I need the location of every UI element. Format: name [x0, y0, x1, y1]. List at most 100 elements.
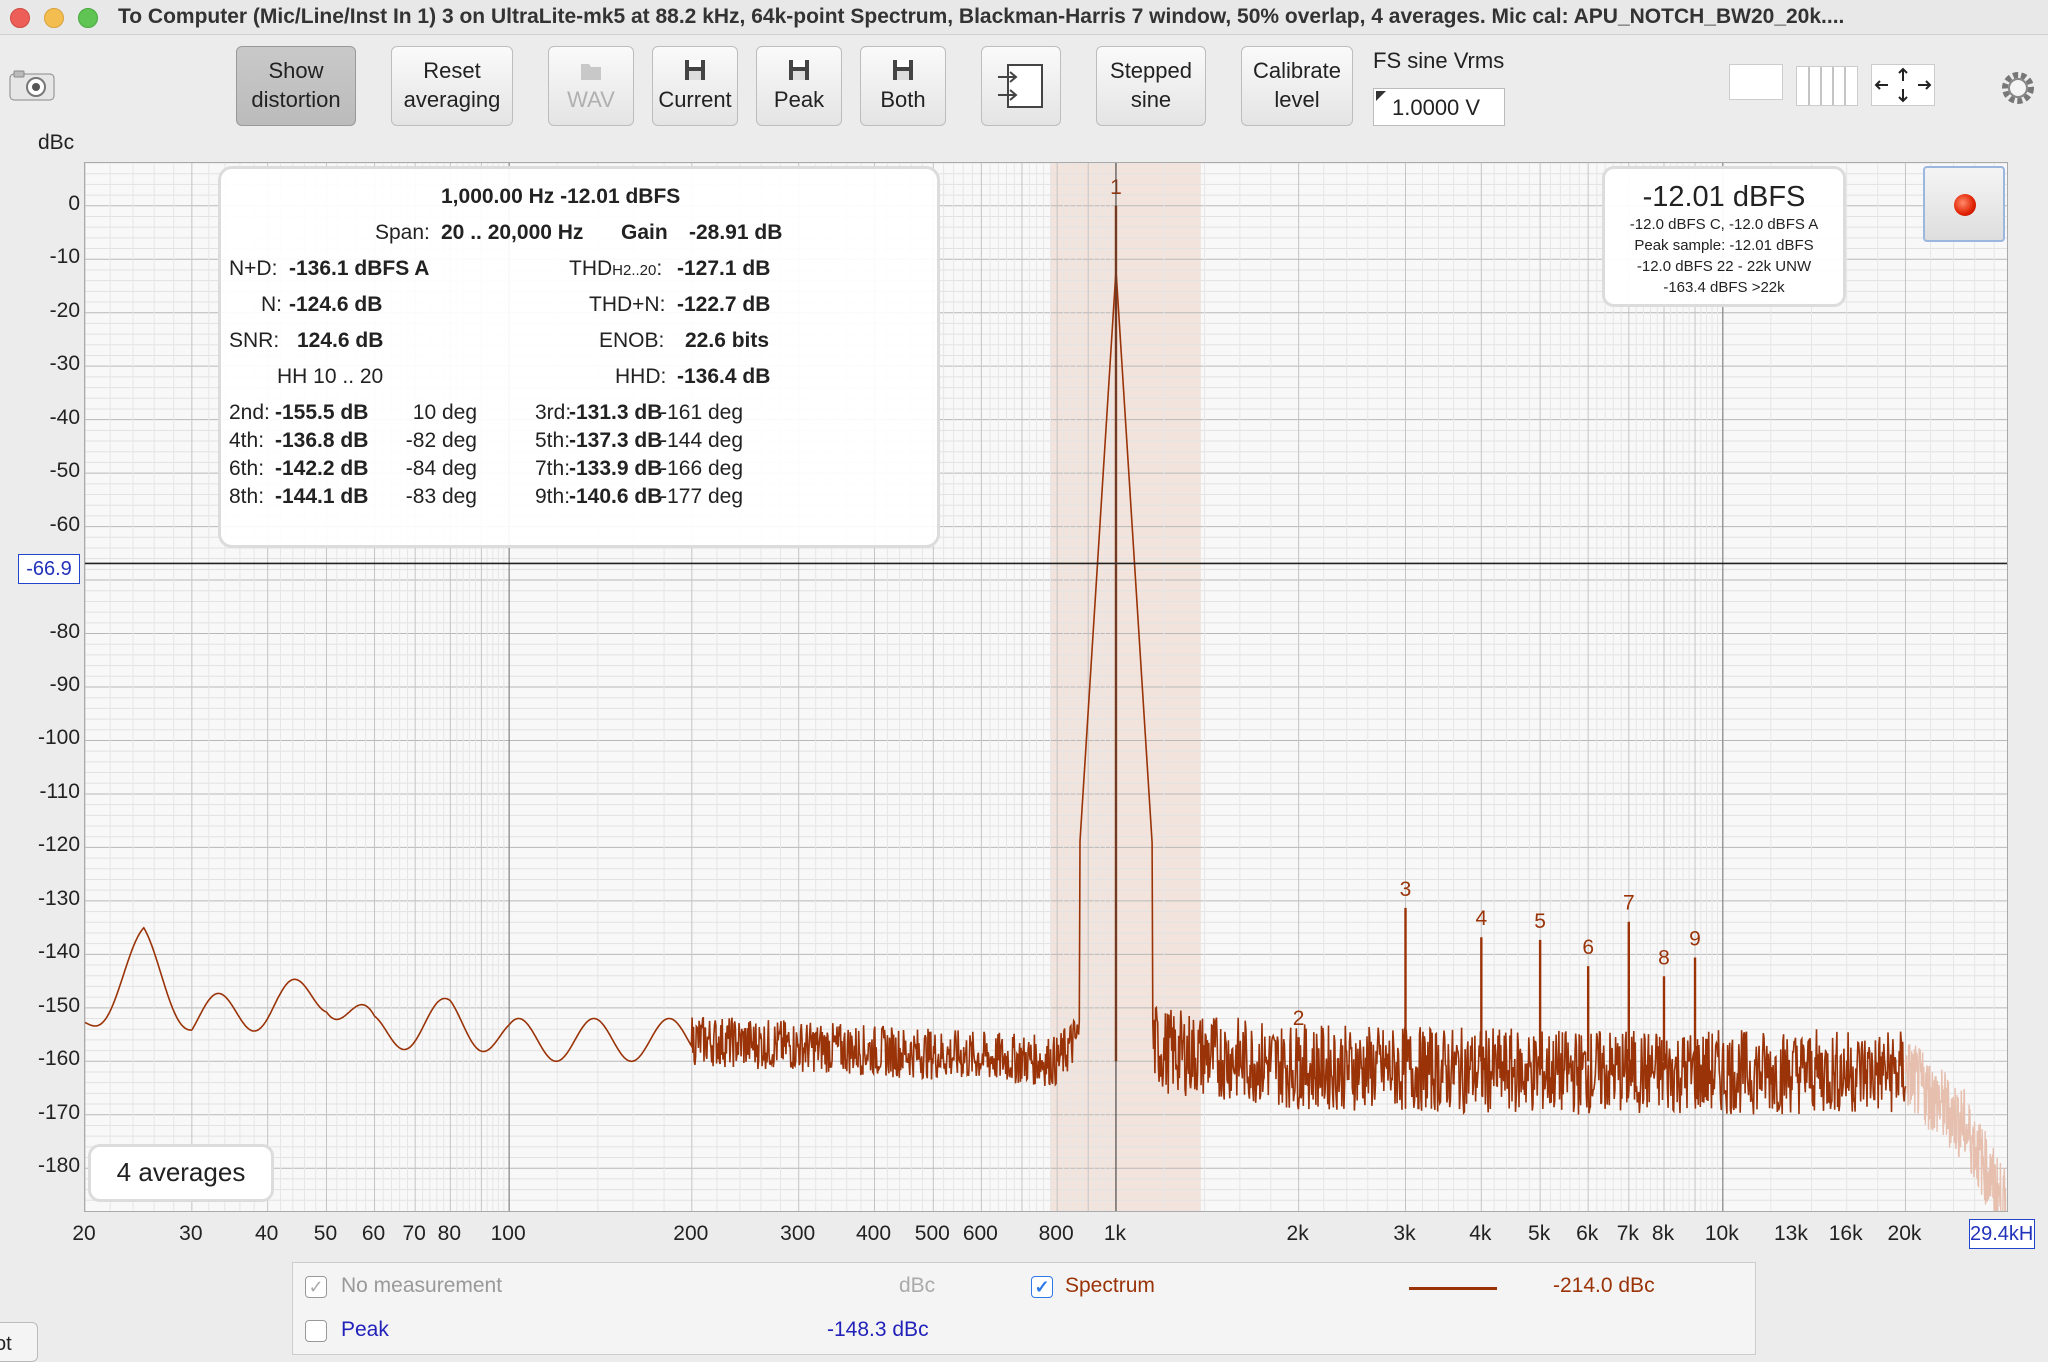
multi-view-button[interactable] — [1796, 66, 1858, 106]
save-disk-icon — [789, 59, 809, 80]
export-icon — [998, 64, 1043, 108]
fit-view-button[interactable] — [1871, 64, 1935, 106]
thd-value: -127.1 dB — [677, 257, 771, 280]
harmonic-phase: -166 deg — [660, 457, 743, 480]
nd-value: -136.1 dBFS A — [289, 257, 430, 280]
x-tick-label: 50 — [313, 1222, 338, 1245]
harmonic-peak-label: 7 — [1623, 892, 1635, 915]
x-tick-label: 300 — [780, 1222, 816, 1245]
fundamental-readout: 1,000.00 Hz -12.01 dBFS — [441, 185, 681, 208]
export-button[interactable] — [981, 46, 1061, 126]
record-button[interactable] — [1923, 166, 2005, 242]
cursor-y-readout: -66.9 — [18, 554, 80, 584]
x-tick-label: 8k — [1651, 1222, 1675, 1245]
thd-label: THDH2..20: — [569, 257, 663, 280]
stepped-sine-button[interactable]: Stepped sine — [1096, 46, 1206, 126]
y-tick-label: -60 — [49, 512, 80, 536]
calibrate-level-button[interactable]: Calibrate level — [1241, 46, 1353, 126]
harmonic-label: 6th: — [229, 457, 265, 480]
x-tick-label: 800 — [1038, 1222, 1074, 1245]
peak-checkbox[interactable] — [305, 1320, 327, 1342]
gear-icon[interactable] — [1998, 68, 2038, 108]
zoom-window-button[interactable] — [78, 8, 98, 28]
window-title: To Computer (Mic/Line/Inst In 1) 3 on Ul… — [118, 5, 1845, 28]
level-line-2: Peak sample: -12.01 dBFS — [1634, 237, 1814, 254]
x-tick-label: 40 — [254, 1222, 279, 1245]
current-label: Current — [658, 86, 732, 112]
y-tick-label: -100 — [37, 726, 80, 750]
harmonic-value: -144.1 dB — [275, 485, 369, 508]
y-tick-label: -30 — [49, 352, 80, 376]
minimize-window-button[interactable] — [44, 8, 64, 28]
show-distortion-button[interactable]: Show distortion — [236, 46, 356, 126]
y-tick-label: -40 — [49, 405, 80, 429]
hh-label: HH 10 .. 20 — [277, 365, 384, 388]
x-tick-label: 13k — [1774, 1222, 1808, 1245]
x-tick-label: 7k — [1616, 1222, 1639, 1245]
harmonic-label: 9th: — [535, 485, 571, 508]
harmonic-peak-label: 6 — [1582, 936, 1594, 959]
harmonic-label: 3rd: — [535, 401, 572, 424]
x-tick-label: 100 — [490, 1222, 526, 1245]
averages-badge: 4 averages — [88, 1144, 274, 1202]
n-value: -124.6 dB — [289, 293, 383, 316]
spectrum-checkbox[interactable]: ✓ — [1031, 1276, 1053, 1298]
save-disk-icon — [685, 59, 705, 80]
fs-sine-input[interactable]: 1.0000 V — [1373, 88, 1505, 126]
no-measurement-unit: dBc — [899, 1274, 936, 1297]
gain-label: Gain — [621, 221, 668, 244]
save-wav-button[interactable]: WAV — [548, 46, 634, 126]
cursor-x-readout: 29.4kHz — [1969, 1219, 2035, 1249]
harmonic-peak-label: 2 — [1293, 1007, 1305, 1030]
y-tick-label: -50 — [49, 459, 80, 483]
span-value: 20 .. 20,000 Hz — [441, 221, 584, 244]
peak-legend-label[interactable]: Peak — [341, 1318, 389, 1342]
harmonic-phase: -83 deg — [405, 485, 477, 508]
x-tick-label: 16k — [1828, 1222, 1863, 1245]
spectrum-label[interactable]: Spectrum — [1065, 1274, 1155, 1298]
y-tick-label: -140 — [37, 940, 80, 964]
y-tick-label: -170 — [37, 1100, 80, 1124]
save-peak-button[interactable]: Peak — [756, 46, 842, 126]
nd-label: N+D: — [229, 257, 278, 280]
no-measurement-checkbox[interactable]: ✓ — [305, 1276, 327, 1298]
y-tick-label: -110 — [39, 779, 80, 803]
save-both-button[interactable]: Both — [860, 46, 946, 126]
harmonic-phase: -161 deg — [660, 401, 743, 424]
level-panel: -12.01 dBFS -12.0 dBFS C, -12.0 dBFS A P… — [1602, 166, 1846, 307]
dropdown-corner-icon — [1376, 91, 1386, 101]
wav-label: WAV — [567, 86, 615, 112]
camera-icon[interactable] — [8, 68, 58, 104]
harmonic-phase: -84 deg — [405, 457, 477, 480]
x-tick-label: 80 — [437, 1222, 462, 1245]
harmonic-peak-label: 9 — [1689, 928, 1701, 951]
x-tick-label: 3k — [1393, 1222, 1416, 1245]
thdn-label: THD+N: — [589, 293, 666, 316]
y-tick-label: -90 — [49, 673, 80, 696]
bottom-tab[interactable]: ot — [0, 1322, 38, 1362]
reset-averaging-button[interactable]: Reset averaging — [391, 46, 513, 126]
peak-legend-value: -148.3 dBc — [827, 1318, 929, 1341]
harmonic-phase: -82 deg — [405, 429, 477, 452]
close-window-button[interactable] — [10, 8, 30, 28]
single-view-button[interactable] — [1729, 64, 1783, 100]
enob-label: ENOB: — [599, 329, 665, 352]
level-line-1: -12.0 dBFS C, -12.0 dBFS A — [1629, 216, 1819, 233]
x-tick-label: 400 — [855, 1222, 892, 1245]
y-tick-label: -130 — [37, 886, 80, 910]
y-tick-label: -80 — [49, 619, 80, 643]
level-line-4: -163.4 dBFS >22k — [1663, 279, 1785, 296]
x-tick-label: 1k — [1103, 1222, 1127, 1245]
x-tick-label: 60 — [361, 1222, 386, 1245]
fs-sine-value: 1.0000 V — [1392, 95, 1481, 120]
x-tick-label: 6k — [1576, 1222, 1599, 1245]
title-bar: To Computer (Mic/Line/Inst In 1) 3 on Ul… — [0, 0, 2048, 35]
harmonic-phase: -144 deg — [660, 429, 743, 452]
spectrum-line-swatch — [1409, 1287, 1497, 1290]
save-current-button[interactable]: Current — [652, 46, 738, 126]
x-tick-label: 5k — [1528, 1222, 1551, 1245]
both-label: Both — [880, 86, 926, 112]
harmonic-peak-label: 8 — [1658, 946, 1670, 969]
peak-label: Peak — [773, 86, 825, 112]
y-tick-label: -180 — [37, 1154, 80, 1178]
